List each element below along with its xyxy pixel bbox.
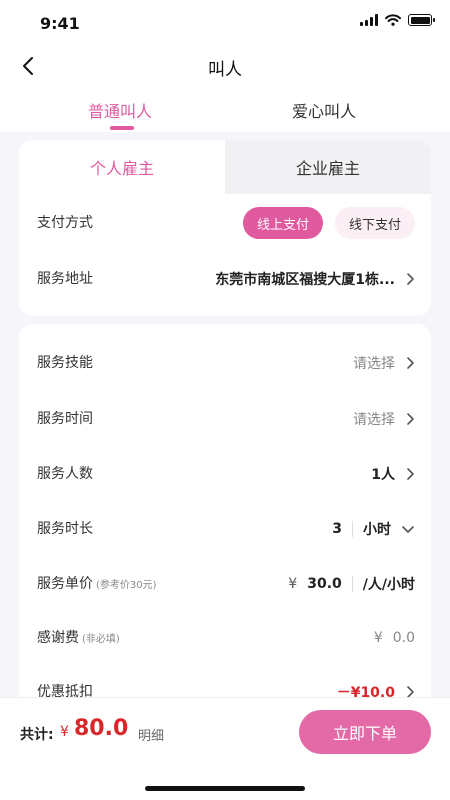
employer-card: 个人雇主 企业雇主 支付方式 线上支付 线下支付 服务地址 东莞市南城区福搜大厦… [19, 140, 431, 316]
skill-placeholder: 请选择 [353, 356, 395, 372]
wifi-icon [385, 14, 401, 26]
time-label: 服务时间 [37, 411, 93, 427]
tab-normal-call[interactable]: 普通叫人 [88, 98, 152, 122]
status-bar: 9:41 [0, 0, 450, 44]
price-unit: /人/小时 [362, 577, 415, 593]
total-amount: 80.0 [74, 716, 129, 741]
price-detail-link[interactable]: 明细 [138, 725, 164, 744]
total-currency: ¥ [60, 724, 69, 740]
address-row[interactable]: 服务地址 东莞市南城区福搜大厦1栋... [19, 254, 431, 304]
place-order-button[interactable]: 立即下单 [299, 710, 431, 754]
battery-icon [408, 14, 435, 26]
tab-charity-call[interactable]: 爱心叫人 [292, 98, 356, 122]
time-placeholder: 请选择 [353, 412, 395, 428]
skill-label: 服务技能 [37, 355, 93, 371]
chevron-right-icon [407, 413, 414, 425]
time-row[interactable]: 服务时间 请选择 [19, 394, 431, 444]
headcount-row[interactable]: 服务人数 1人 [19, 449, 431, 499]
chevron-down-icon[interactable] [401, 524, 415, 534]
tip-currency: ¥ [373, 630, 383, 646]
payment-label: 支付方式 [37, 215, 93, 231]
chevron-right-icon [407, 357, 414, 369]
price-label: 服务单价 [37, 576, 93, 592]
headcount-value: 1人 [371, 467, 395, 483]
chevron-right-icon [407, 468, 414, 480]
price-hint: (参考价30元) [96, 580, 157, 591]
total-label: 共计: [20, 727, 54, 743]
online-payment-button[interactable]: 线上支付 [242, 207, 323, 239]
price-row: 服务单价 (参考价30元) ¥ 30.0 /人/小时 [19, 559, 431, 609]
address-label: 服务地址 [37, 271, 93, 287]
tip-input[interactable]: 0.0 [393, 630, 415, 646]
page-title: 叫人 [208, 60, 242, 80]
price-currency: ¥ [288, 576, 298, 592]
nav-bar: 叫人 [0, 44, 450, 88]
service-form-card: 服务技能 请选择 服务时间 请选择 服务人数 1人 服务时长 3 小时 服务单价… [19, 324, 431, 724]
tip-hint: (非必填) [82, 634, 120, 645]
duration-label: 服务时长 [37, 521, 93, 537]
status-icons [360, 14, 435, 26]
chevron-right-icon [407, 273, 414, 285]
tip-label: 感谢费 [37, 630, 79, 646]
duration-row: 服务时长 3 小时 [19, 504, 431, 554]
status-time: 9:41 [40, 14, 80, 33]
divider [352, 521, 353, 537]
cellular-signal-icon [360, 14, 378, 26]
duration-value-input[interactable]: 3 [332, 521, 342, 537]
duration-unit-select[interactable]: 小时 [363, 519, 391, 539]
skill-row[interactable]: 服务技能 请选择 [19, 338, 431, 388]
tab-personal-employer[interactable]: 个人雇主 [19, 140, 225, 194]
tab-enterprise-employer[interactable]: 企业雇主 [225, 140, 431, 194]
offline-payment-button[interactable]: 线下支付 [334, 207, 415, 239]
tab-indicator [110, 126, 134, 130]
address-value: 东莞市南城区福搜大厦1栋... [215, 272, 395, 288]
payment-row: 支付方式 线上支付 线下支付 [19, 198, 431, 248]
top-tabs: 普通叫人 爱心叫人 [0, 88, 450, 132]
tip-row: 感谢费 (非必填) ¥ 0.0 [19, 613, 431, 663]
home-indicator [145, 786, 305, 791]
bottom-bar: 共计: ¥ 80.0 明细 立即下单 [0, 697, 450, 800]
price-input[interactable]: 30.0 [307, 576, 342, 592]
divider [351, 576, 353, 592]
employer-tabs: 个人雇主 企业雇主 [19, 140, 431, 194]
headcount-label: 服务人数 [37, 466, 93, 482]
